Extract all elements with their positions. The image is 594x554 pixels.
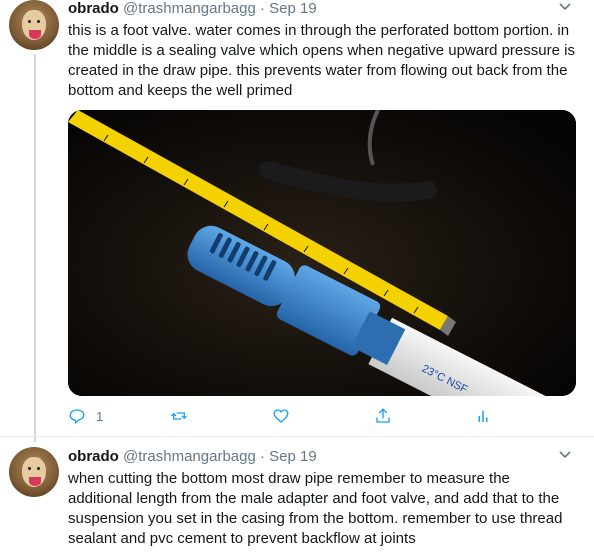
tweet-1-actions: 1 <box>68 406 498 426</box>
user-handle[interactable]: @trashmangarbagg <box>123 0 256 17</box>
avatar-eye-right <box>37 467 40 470</box>
tweet-header: obrado @trashmangarbagg · Sep 19 <box>68 0 578 18</box>
avatar[interactable] <box>9 447 59 497</box>
avatar-tongue <box>29 477 41 486</box>
foot-valve-photo: 23°C NSF <box>68 110 576 396</box>
tweet-header: obrado @trashmangarbagg · Sep 19 <box>68 448 578 466</box>
tweet-text: this is a foot valve. water comes in thr… <box>68 22 575 99</box>
tweet-date[interactable]: Sep 19 <box>269 0 317 17</box>
reply-button[interactable]: 1 <box>68 406 103 426</box>
tweet-divider <box>0 436 594 437</box>
heart-icon <box>273 409 289 423</box>
avatar-eye-left <box>28 467 31 470</box>
avatar[interactable] <box>9 0 59 50</box>
analytics-icon <box>478 410 488 422</box>
separator-dot: · <box>260 0 265 17</box>
like-button[interactable] <box>272 406 290 426</box>
display-name[interactable]: obrado <box>68 0 119 17</box>
thread-connector-line <box>34 54 36 442</box>
tweet-date[interactable]: Sep 19 <box>269 448 317 465</box>
tweet-1[interactable]: obrado @trashmangarbagg · Sep 19 this is… <box>68 0 578 101</box>
chevron-down-icon[interactable] <box>558 2 572 12</box>
avatar-eye-right <box>37 20 40 23</box>
share-button[interactable] <box>374 406 392 426</box>
separator-dot: · <box>260 448 265 465</box>
retweet-icon <box>171 412 187 420</box>
user-handle[interactable]: @trashmangarbagg <box>123 448 256 465</box>
avatar-tongue <box>29 30 41 39</box>
tweet-2[interactable]: obrado @trashmangarbagg · Sep 19 when cu… <box>68 448 578 549</box>
tweet-text: when cutting the bottom most draw pipe r… <box>68 470 563 547</box>
chevron-down-icon[interactable] <box>558 450 572 460</box>
display-name[interactable]: obrado <box>68 448 119 465</box>
retweet-button[interactable] <box>170 406 188 426</box>
reply-icon <box>69 409 85 425</box>
share-icon <box>376 408 390 423</box>
avatar-eye-left <box>28 20 31 23</box>
analytics-button[interactable] <box>474 406 492 426</box>
reply-count: 1 <box>96 408 104 424</box>
tweet-media-photo[interactable]: 23°C NSF <box>68 110 576 396</box>
